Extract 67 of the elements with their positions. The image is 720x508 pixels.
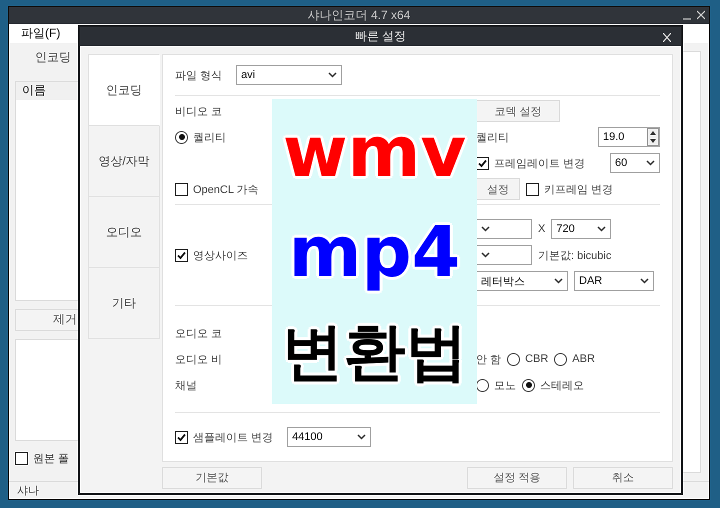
radio-button[interactable] xyxy=(554,352,568,366)
separator-label: X xyxy=(538,223,546,236)
field-label: 오디오 코 xyxy=(175,326,222,341)
menu-item[interactable]: 파일(F) xyxy=(21,24,60,42)
tab[interactable]: 영상/자막 xyxy=(88,126,160,198)
title-text: mp4 xyxy=(288,210,460,294)
settings-button[interactable]: 설정 xyxy=(476,178,520,200)
dropdown[interactable]: 레터박스 xyxy=(476,271,568,292)
checkbox[interactable] xyxy=(175,248,188,262)
number-field[interactable]: 19.0 xyxy=(598,127,660,148)
dropdown[interactable]: 44100 xyxy=(287,427,372,448)
field-label: 퀄리티 xyxy=(476,130,509,145)
tab[interactable]: 인코딩 xyxy=(88,54,160,126)
option-label: 안 함 xyxy=(476,352,502,367)
apply-button[interactable]: 설정 적용 xyxy=(467,466,567,489)
checkbox-label: 원본 폴 xyxy=(33,452,70,466)
caret-icon xyxy=(328,72,338,78)
field-label: 비디오 코 xyxy=(175,104,222,119)
defaults-button[interactable]: 기본값 xyxy=(162,466,262,489)
caret-icon xyxy=(481,252,490,258)
dropdown[interactable]: DAR xyxy=(574,271,654,292)
radio-label: ABR xyxy=(572,353,595,366)
caret-icon xyxy=(481,226,490,232)
tab[interactable]: 오디오 xyxy=(88,197,160,268)
dropdown[interactable]: avi xyxy=(236,65,342,86)
caret-icon xyxy=(646,160,655,166)
checkbox[interactable] xyxy=(526,182,539,196)
checkbox-label: 프레임레이트 변경 xyxy=(494,156,586,171)
close-icon[interactable] xyxy=(663,33,671,42)
checkbox-label: OpenCL 가속 xyxy=(193,182,259,197)
cancel-button[interactable]: 취소 xyxy=(573,466,673,489)
column-header: 이름 xyxy=(22,82,46,100)
checkbox[interactable] xyxy=(476,156,489,170)
checkbox[interactable] xyxy=(175,430,188,444)
dropdown[interactable]: 60 xyxy=(610,153,660,174)
hint-text: 기본값: bicubic xyxy=(538,248,612,263)
caret-icon xyxy=(640,278,649,284)
checkbox-label: 샘플레이트 변경 xyxy=(193,430,274,445)
checkbox[interactable] xyxy=(175,182,188,196)
caret-icon xyxy=(554,278,563,284)
title-text: wmv xyxy=(282,110,466,194)
dialog-title: 빠른 설정 xyxy=(354,28,406,46)
tab[interactable]: 기타 xyxy=(88,268,160,340)
radio-label: CBR xyxy=(525,353,548,366)
radio-label: 모노 xyxy=(494,378,516,393)
radio-button[interactable] xyxy=(175,130,188,144)
radio-label: 퀄리티 xyxy=(193,130,226,145)
dropdown[interactable]: 720 xyxy=(551,219,612,240)
checkbox-label: 영상사이즈 xyxy=(193,248,248,263)
title-text: 변환법 xyxy=(282,314,468,390)
caret-icon xyxy=(597,226,606,232)
status-text: 샤나 xyxy=(17,484,39,498)
radio-button[interactable] xyxy=(522,378,535,392)
field-label: 채널 xyxy=(175,378,197,393)
radio-button[interactable] xyxy=(476,378,489,392)
close-icon[interactable] xyxy=(697,10,705,20)
codec-settings-button[interactable]: 코덱 설정 xyxy=(476,100,560,122)
radio-button[interactable] xyxy=(507,352,520,366)
window-title: 샤나인코더 4.7 x64 xyxy=(308,7,410,24)
field-label: 파일 형식 xyxy=(175,68,222,83)
field-label: 오디오 비 xyxy=(175,352,222,367)
radio-label: 스테레오 xyxy=(540,378,584,393)
section-label: 인코딩 xyxy=(35,49,71,66)
checkbox-label: 키프레임 변경 xyxy=(544,182,614,197)
checkbox[interactable] xyxy=(15,452,28,466)
caret-icon xyxy=(357,434,366,440)
stepper-icon[interactable] xyxy=(647,128,659,146)
